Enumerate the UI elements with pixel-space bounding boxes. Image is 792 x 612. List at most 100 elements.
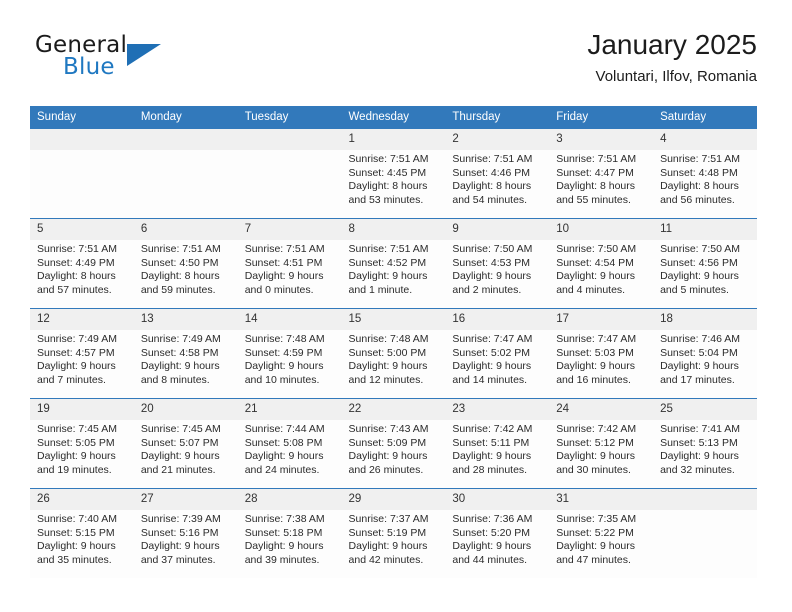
- day-number: 28: [237, 489, 342, 510]
- day-daylight1-text: Daylight: 9 hours: [140, 360, 220, 373]
- day-cell-inner: 25 Sunrise: 7:41 AM Sunset: 5:13 PM Dayligh…: [653, 399, 757, 488]
- brand-logo[interactable]: General Blue: [35, 32, 255, 92]
- day-cell[interactable]: 26 Sunrise: 7:40 AM Sunset: 5:15 PM Dayligh…: [30, 488, 134, 578]
- day-cell[interactable]: 4 Sunrise: 7:51 AM Sunset: 4:48 PM Daylight…: [653, 129, 757, 219]
- day-details: Sunrise: 7:51 AM Sunset: 4:48 PM Daylight:…: [653, 150, 757, 207]
- day-cell[interactable]: 7 Sunrise: 7:51 AM Sunset: 4:51 PM Daylight…: [237, 218, 342, 309]
- day-daylight1-text: Daylight: 9 hours: [660, 360, 739, 373]
- day-cell[interactable]: 18 Sunrise: 7:46 AM Sunset: 5:04 PM Dayligh…: [653, 308, 757, 399]
- day-number: 11: [653, 219, 757, 240]
- day-sunset-text: Sunset: 5:19 PM: [348, 526, 427, 539]
- day-cell[interactable]: 5 Sunrise: 7:51 AM Sunset: 4:49 PM Daylight…: [30, 218, 134, 309]
- day-daylight1-text: Daylight: 9 hours: [452, 360, 532, 373]
- day-daylight2-text: and 10 minutes.: [244, 373, 320, 386]
- day-daylight2-text: and 17 minutes.: [660, 373, 735, 386]
- day-cell[interactable]: 28 Sunrise: 7:38 AM Sunset: 5:18 PM Dayligh…: [237, 488, 342, 578]
- day-number: 24: [549, 399, 654, 420]
- day-sunset-text: Sunset: 4:57 PM: [37, 346, 115, 359]
- week-row: 19 Sunrise: 7:45 AM Sunset: 5:05 PM Dayligh…: [30, 398, 757, 489]
- day-cell[interactable]: 19 Sunrise: 7:45 AM Sunset: 5:05 PM Dayligh…: [30, 398, 134, 489]
- weekday-header-friday: Friday: [549, 106, 654, 129]
- day-details: Sunrise: 7:51 AM Sunset: 4:47 PM Daylight:…: [549, 150, 653, 207]
- day-sunrise-text: Sunrise: 7:51 AM: [244, 243, 325, 255]
- week-row: 12 Sunrise: 7:49 AM Sunset: 4:57 PM Dayligh…: [30, 308, 757, 399]
- day-sunset-text: Sunset: 4:50 PM: [140, 256, 219, 269]
- day-daylight1-text: Daylight: 9 hours: [37, 360, 116, 373]
- day-details: Sunrise: 7:36 AM Sunset: 5:20 PM Daylight:…: [445, 510, 549, 567]
- day-number: 4: [653, 129, 757, 150]
- day-daylight2-text: and 26 minutes.: [348, 463, 424, 476]
- day-daylight1-text: Daylight: 9 hours: [556, 360, 636, 373]
- day-details: Sunrise: 7:47 AM Sunset: 5:02 PM Daylight:…: [445, 330, 549, 387]
- day-cell[interactable]: 17 Sunrise: 7:47 AM Sunset: 5:03 PM Dayligh…: [549, 308, 654, 399]
- day-cell[interactable]: 8 Sunrise: 7:51 AM Sunset: 4:52 PM Daylight…: [341, 218, 446, 309]
- day-number: 31: [549, 489, 654, 510]
- day-sunrise-text: Sunrise: 7:51 AM: [556, 153, 637, 165]
- day-cell-inner: 9 Sunrise: 7:50 AM Sunset: 4:53 PM Daylight…: [445, 219, 550, 308]
- day-cell[interactable]: 11 Sunrise: 7:50 AM Sunset: 4:56 PM Dayligh…: [653, 218, 757, 309]
- day-sunrise-text: Sunrise: 7:51 AM: [37, 243, 117, 255]
- day-cell-inner: 8 Sunrise: 7:51 AM Sunset: 4:52 PM Daylight…: [341, 219, 446, 308]
- day-sunrise-text: Sunrise: 7:51 AM: [348, 153, 429, 165]
- day-cell-inner: 13 Sunrise: 7:49 AM Sunset: 4:58 PM Dayligh…: [133, 309, 238, 398]
- day-details: Sunrise: 7:37 AM Sunset: 5:19 PM Daylight:…: [342, 510, 446, 567]
- day-cell[interactable]: 23 Sunrise: 7:42 AM Sunset: 5:11 PM Dayligh…: [445, 398, 550, 489]
- day-daylight1-text: Daylight: 9 hours: [37, 540, 116, 553]
- day-cell[interactable]: 3 Sunrise: 7:51 AM Sunset: 4:47 PM Daylight…: [549, 129, 654, 219]
- day-cell[interactable]: 20 Sunrise: 7:45 AM Sunset: 5:07 PM Dayligh…: [133, 398, 238, 489]
- day-cell[interactable]: 22 Sunrise: 7:43 AM Sunset: 5:09 PM Dayligh…: [341, 398, 446, 489]
- day-details: Sunrise: 7:50 AM Sunset: 4:54 PM Daylight:…: [549, 240, 653, 297]
- day-cell[interactable]: 25 Sunrise: 7:41 AM Sunset: 5:13 PM Dayligh…: [653, 398, 757, 489]
- day-cell[interactable]: 30 Sunrise: 7:36 AM Sunset: 5:20 PM Dayligh…: [445, 488, 550, 578]
- day-cell[interactable]: 31 Sunrise: 7:35 AM Sunset: 5:22 PM Dayligh…: [549, 488, 654, 578]
- day-cell-inner: 23 Sunrise: 7:42 AM Sunset: 5:11 PM Dayligh…: [445, 399, 550, 488]
- day-sunset-text: Sunset: 4:59 PM: [244, 346, 323, 359]
- day-sunset-text: Sunset: 5:02 PM: [452, 346, 531, 359]
- day-cell[interactable]: 29 Sunrise: 7:37 AM Sunset: 5:19 PM Dayligh…: [341, 488, 446, 578]
- day-daylight2-text: and 16 minutes.: [556, 373, 631, 386]
- day-number: 16: [445, 309, 550, 330]
- day-cell-inner: [30, 129, 134, 218]
- day-number: 10: [549, 219, 654, 240]
- day-cell[interactable]: 6 Sunrise: 7:51 AM Sunset: 4:50 PM Daylight…: [133, 218, 238, 309]
- day-cell[interactable]: 27 Sunrise: 7:39 AM Sunset: 5:16 PM Dayligh…: [133, 488, 238, 578]
- day-cell[interactable]: 10 Sunrise: 7:50 AM Sunset: 4:54 PM Dayligh…: [549, 218, 654, 309]
- day-number: [30, 129, 134, 150]
- day-cell[interactable]: 13 Sunrise: 7:49 AM Sunset: 4:58 PM Dayligh…: [133, 308, 238, 399]
- day-number: 27: [133, 489, 238, 510]
- day-cell[interactable]: 2 Sunrise: 7:51 AM Sunset: 4:46 PM Daylight…: [445, 129, 550, 219]
- day-daylight1-text: Daylight: 9 hours: [556, 540, 636, 553]
- day-cell-inner: 30 Sunrise: 7:36 AM Sunset: 5:20 PM Dayligh…: [445, 489, 550, 578]
- day-cell-inner: [237, 129, 342, 218]
- day-number: 7: [237, 219, 342, 240]
- day-cell[interactable]: 14 Sunrise: 7:48 AM Sunset: 4:59 PM Dayligh…: [237, 308, 342, 399]
- day-sunset-text: Sunset: 5:18 PM: [244, 526, 323, 539]
- day-cell[interactable]: 1 Sunrise: 7:51 AM Sunset: 4:45 PM Daylight…: [341, 129, 446, 219]
- weekday-header-tuesday: Tuesday: [237, 106, 342, 129]
- day-details: Sunrise: 7:51 AM Sunset: 4:46 PM Daylight:…: [445, 150, 549, 207]
- day-number: 6: [133, 219, 238, 240]
- day-sunrise-text: Sunrise: 7:37 AM: [348, 513, 429, 525]
- day-daylight1-text: Daylight: 9 hours: [244, 450, 324, 463]
- day-number: 25: [653, 399, 757, 420]
- day-daylight2-text: and 5 minutes.: [660, 283, 729, 296]
- day-daylight2-text: and 59 minutes.: [140, 283, 216, 296]
- day-number: 20: [133, 399, 238, 420]
- day-cell[interactable]: 21 Sunrise: 7:44 AM Sunset: 5:08 PM Dayligh…: [237, 398, 342, 489]
- day-number: 8: [341, 219, 446, 240]
- day-number: 22: [341, 399, 446, 420]
- day-sunset-text: Sunset: 4:51 PM: [244, 256, 323, 269]
- day-daylight2-text: and 1 minute.: [348, 283, 413, 296]
- day-sunrise-text: Sunrise: 7:35 AM: [556, 513, 637, 525]
- page-subtitle: Voluntari, Ilfov, Romania: [595, 68, 757, 85]
- day-sunrise-text: Sunrise: 7:42 AM: [452, 423, 533, 435]
- day-cell-inner: 15 Sunrise: 7:48 AM Sunset: 5:00 PM Dayligh…: [341, 309, 446, 398]
- day-cell[interactable]: 16 Sunrise: 7:47 AM Sunset: 5:02 PM Dayligh…: [445, 308, 550, 399]
- day-cell[interactable]: 15 Sunrise: 7:48 AM Sunset: 5:00 PM Dayligh…: [341, 308, 446, 399]
- day-sunrise-text: Sunrise: 7:38 AM: [244, 513, 325, 525]
- day-cell[interactable]: 9 Sunrise: 7:50 AM Sunset: 4:53 PM Daylight…: [445, 218, 550, 309]
- day-details: Sunrise: 7:38 AM Sunset: 5:18 PM Daylight:…: [238, 510, 342, 567]
- day-cell[interactable]: 24 Sunrise: 7:42 AM Sunset: 5:12 PM Dayligh…: [549, 398, 654, 489]
- day-cell[interactable]: 12 Sunrise: 7:49 AM Sunset: 4:57 PM Dayligh…: [30, 308, 134, 399]
- day-number: 15: [341, 309, 446, 330]
